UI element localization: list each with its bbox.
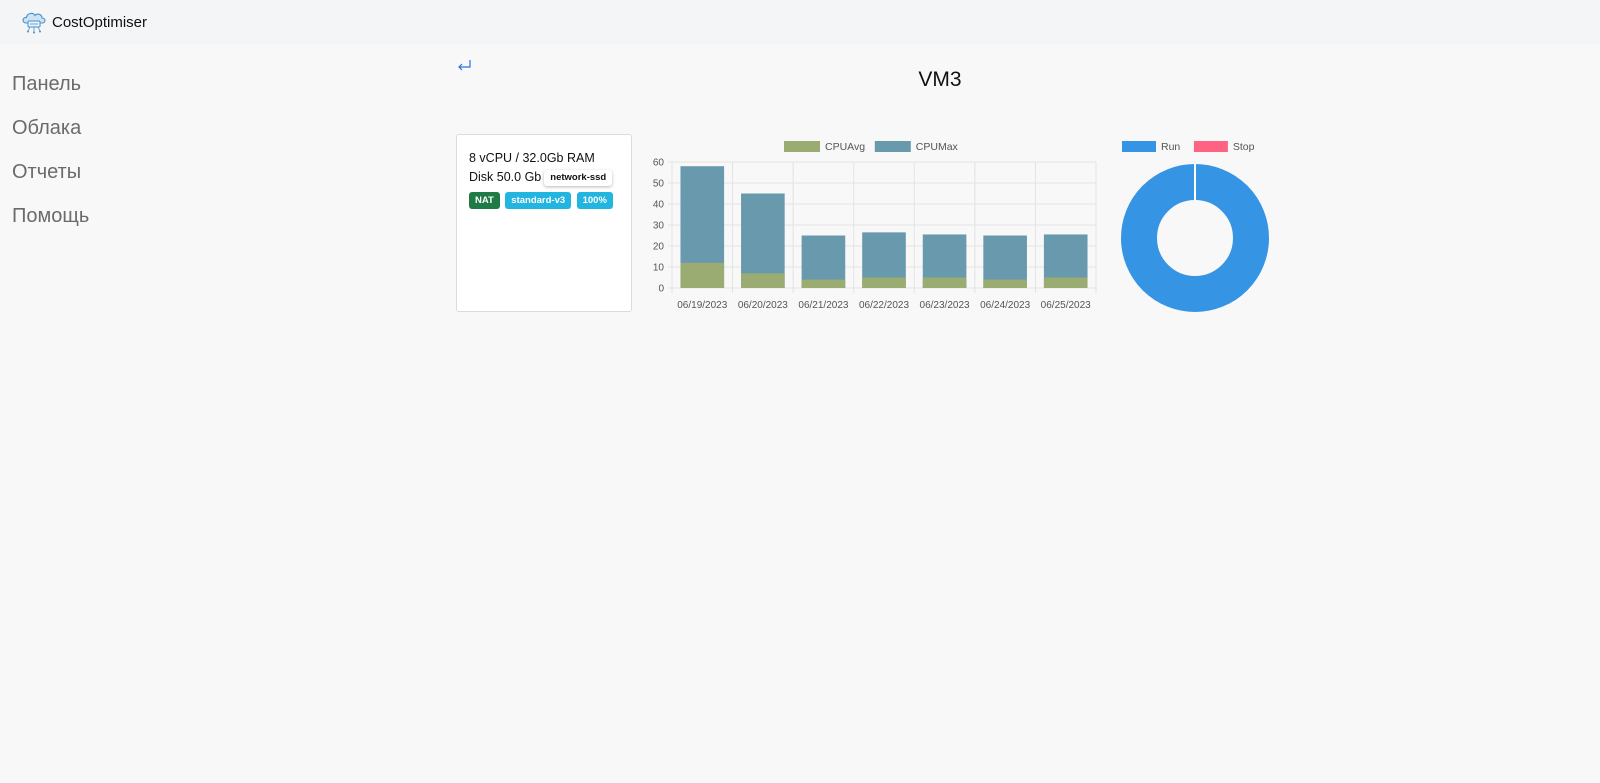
- x-tick-label: 06/24/2023: [980, 300, 1030, 311]
- cloud-server-logo-icon: [22, 12, 46, 34]
- y-tick-label: 30: [653, 221, 665, 232]
- legend-label-cpumax: CPUMax: [916, 141, 959, 153]
- x-tick-label: 06/19/2023: [677, 300, 727, 311]
- disk-type-tag: network-ssd: [544, 170, 613, 186]
- x-tick-label: 06/21/2023: [798, 300, 848, 311]
- sidebar-item-clouds[interactable]: Облака: [12, 114, 89, 158]
- core-fraction-badge: 100%: [576, 192, 613, 209]
- y-tick-label: 10: [653, 263, 665, 274]
- bar-cpuavg: [862, 277, 906, 288]
- bar-cpuavg: [922, 277, 967, 288]
- sidebar-item-dashboard[interactable]: Панель: [12, 70, 89, 114]
- top-navbar: CostOptimiser: [0, 0, 1600, 44]
- legend-label-run: Run: [1161, 141, 1180, 153]
- vm-disk-line: Disk 50.0 Gb network-ssd: [469, 168, 631, 187]
- legend-swatch-cpumax: [874, 141, 911, 152]
- run-stop-doughnut-chart: Run Stop: [1121, 141, 1269, 312]
- brand-name: CostOptimiser: [52, 13, 148, 31]
- sidebar-item-reports[interactable]: Отчеты: [12, 158, 89, 202]
- nat-badge: NAT: [469, 192, 500, 209]
- sidebar-nav: Панель Облака Отчеты Помощь: [12, 70, 89, 246]
- bar-cpuavg: [680, 262, 725, 288]
- bar-cpuavg: [741, 273, 785, 288]
- page-title: VM3: [918, 68, 962, 91]
- vm-badges: NAT standard-v3 100%: [469, 190, 631, 209]
- cpu-chart-container: CPUAvg CPUMax 0 10 20 30 40 50 60 06/19/2023 06/20…: [640, 134, 1100, 318]
- x-tick-label: 06/25/2023: [1041, 300, 1091, 311]
- bar-cpuavg: [983, 279, 1027, 288]
- return-arrow-icon: [458, 60, 471, 71]
- brand-link[interactable]: CostOptimiser: [20, 10, 147, 34]
- y-tick-label: 60: [653, 158, 665, 169]
- vm-info-card: 8 vCPU / 32.0Gb RAM Disk 50.0 Gb network-…: [456, 134, 632, 312]
- platform-badge: standard-v3: [505, 192, 572, 209]
- vm-spec: 8 vCPU / 32.0Gb RAM: [469, 151, 595, 165]
- bar-cpuavg: [1043, 277, 1088, 288]
- legend-label-stop: Stop: [1233, 141, 1255, 153]
- x-tick-label: 06/20/2023: [738, 300, 788, 311]
- x-tick-label: 06/23/2023: [920, 300, 970, 311]
- legend-swatch-stop: [1193, 141, 1228, 152]
- run-stop-chart-container: Run Stop: [1120, 134, 1280, 318]
- vm-disk: Disk 50.0 Gb: [469, 170, 542, 184]
- cpu-usage-bar-chart: CPUAvg CPUMax 0 10 20 30 40 50 60 06/19/2023 06/20…: [653, 141, 1097, 311]
- y-tick-label: 50: [653, 179, 665, 190]
- sidebar-item-help[interactable]: Помощь: [12, 202, 89, 246]
- bar-cpuavg: [801, 279, 846, 288]
- y-tick-label: 0: [658, 284, 664, 295]
- back-button[interactable]: [456, 58, 472, 74]
- legend-swatch-run: [1122, 141, 1156, 152]
- legend-label-cpuavg: CPUAvg: [825, 141, 865, 153]
- y-tick-label: 40: [653, 200, 665, 211]
- legend-swatch-cpuavg: [784, 141, 820, 152]
- y-tick-label: 20: [653, 242, 665, 253]
- x-tick-label: 06/22/2023: [859, 300, 909, 311]
